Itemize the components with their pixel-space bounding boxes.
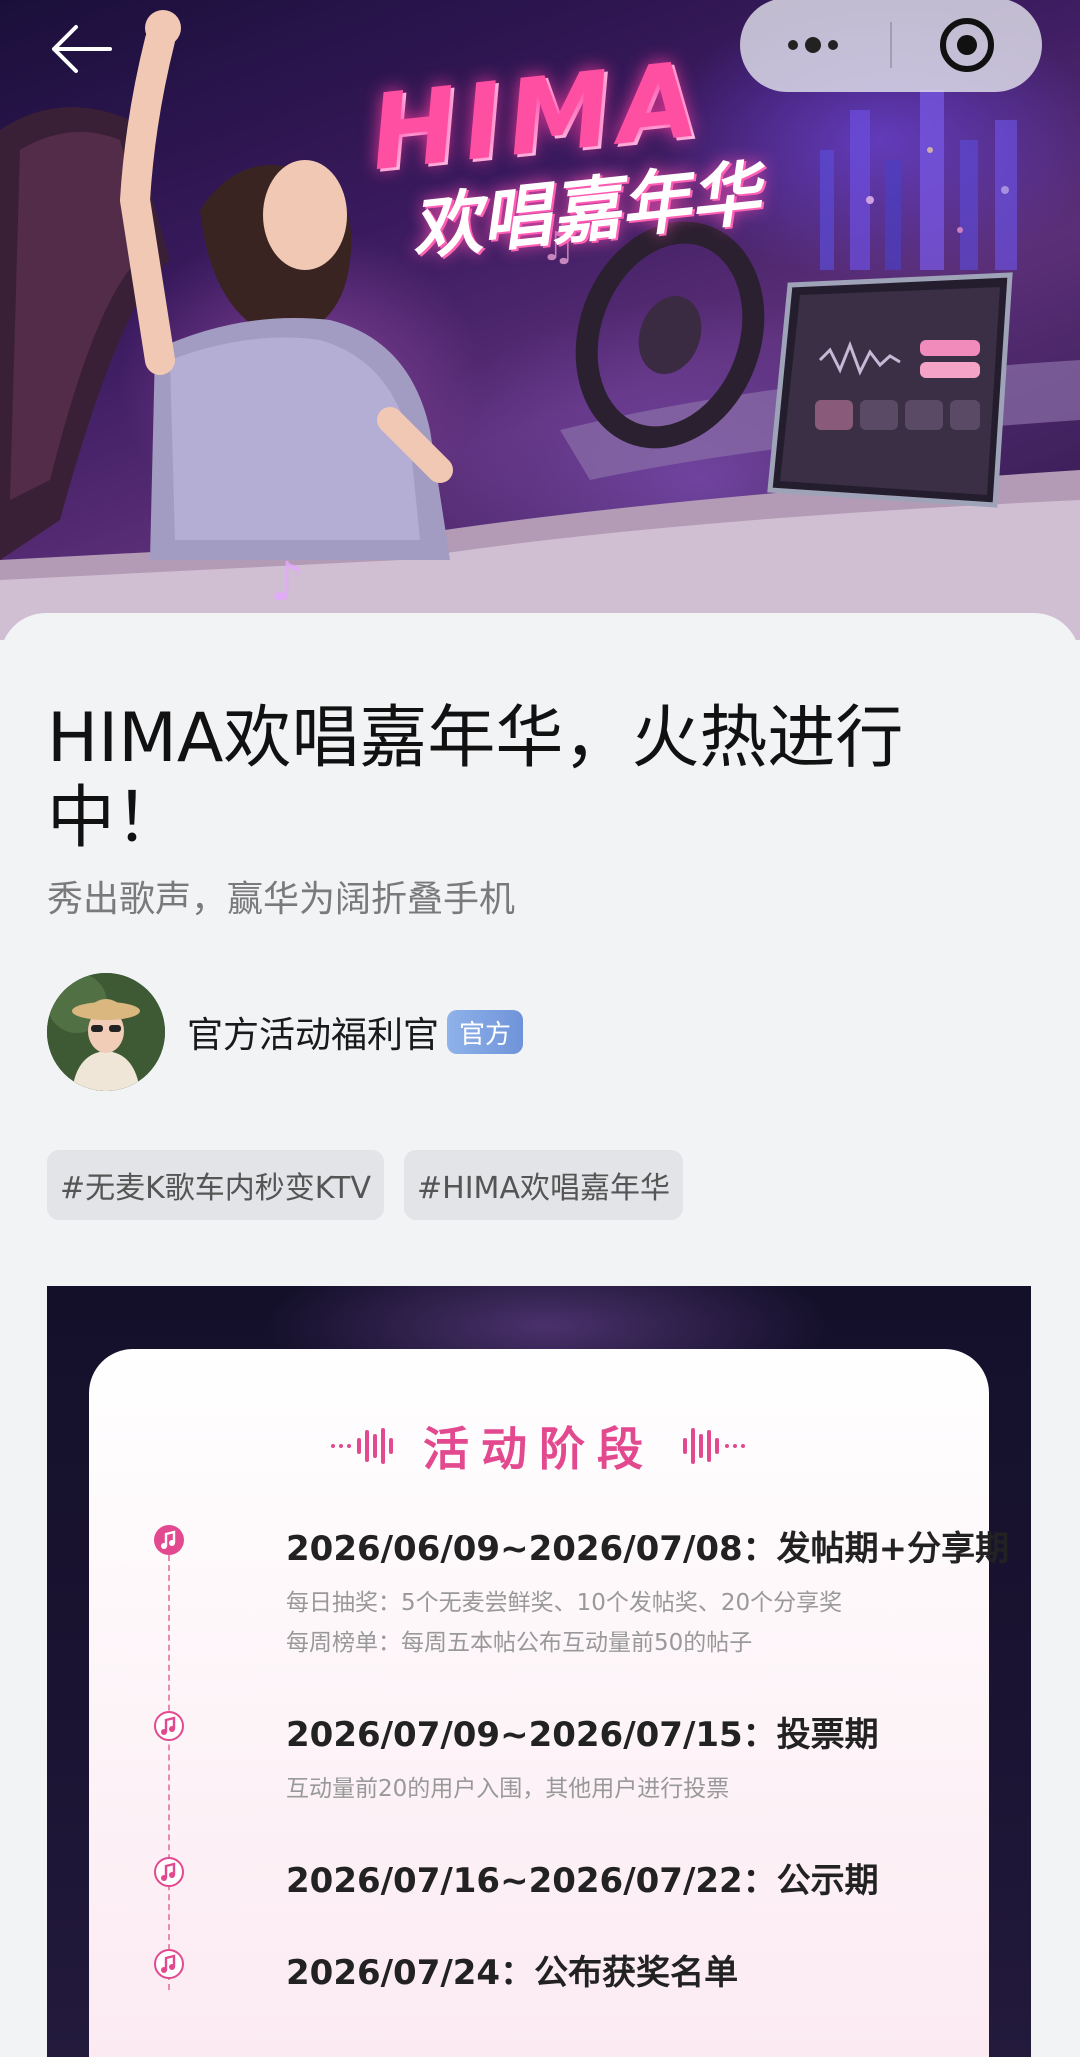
tag-item[interactable]: #无麦K歌车内秒变KTV <box>47 1150 385 1220</box>
back-arrow-icon <box>52 25 112 73</box>
tag-list: #无麦K歌车内秒变KTV #HIMA欢唱嘉年华 <box>47 1150 683 1220</box>
more-dots-icon <box>788 37 838 53</box>
activity-stage-image: 活动阶段 2026/06/09~2026/07/08：发帖期+分享期 每日抽奖：… <box>47 1286 1031 2057</box>
official-badge: 官方 <box>447 1010 524 1054</box>
avatar-image <box>47 973 165 1091</box>
phase-detail: 每周榜单：每周五本帖公布互动量前50的帖子 <box>286 1630 753 1656</box>
music-note-icon <box>154 1525 184 1555</box>
soundwave-right-icon <box>683 1428 745 1464</box>
phase-title: 2026/06/09~2026/07/08：发帖期+分享期 <box>286 1529 1010 1569</box>
stage-card: 活动阶段 2026/06/09~2026/07/08：发帖期+分享期 每日抽奖：… <box>89 1349 1009 2057</box>
soundwave-left-icon <box>331 1428 393 1464</box>
tag-item[interactable]: #HIMA欢唱嘉年华 <box>404 1150 683 1220</box>
music-note-icon <box>154 1949 184 1979</box>
phase-title: 2026/07/16~2026/07/22：公示期 <box>286 1861 879 1901</box>
mini-program-capsule <box>740 0 1042 92</box>
svg-text:♪: ♪ <box>270 550 304 613</box>
back-button[interactable] <box>46 14 116 84</box>
author-name[interactable]: 官方活动福利官 <box>187 1006 439 1058</box>
more-button[interactable] <box>740 0 890 92</box>
phase-title: 2026/07/24：公布获奖名单 <box>286 1953 739 1993</box>
phase-detail: 每日抽奖：5个无麦尝鲜奖、10个发帖奖、20个分享奖 <box>286 1590 843 1616</box>
close-button[interactable] <box>892 0 1042 92</box>
post-subtitle: 秀出歌声，赢华为阔折叠手机 <box>47 879 516 920</box>
avatar[interactable] <box>47 973 165 1091</box>
post-content: HIMA欢唱嘉年华，火热进行中！ 秀出歌声，赢华为阔折叠手机 官方活动福利官 官… <box>0 613 1080 2057</box>
timeline-line <box>168 1545 170 1990</box>
stage-title: 活动阶段 <box>423 1422 655 1476</box>
hero-banner: ♪ ♫ HIMA 欢唱嘉年华 <box>0 0 1080 640</box>
music-note-icon <box>154 1857 184 1887</box>
post-title: HIMA欢唱嘉年华，火热进行中！ <box>47 699 904 858</box>
target-close-icon <box>940 18 994 72</box>
author-row[interactable]: 官方活动福利官 官方 <box>47 973 524 1091</box>
phase-detail: 互动量前20的用户入围，其他用户进行投票 <box>286 1776 730 1802</box>
music-note-icon <box>154 1711 184 1741</box>
stage-header: 活动阶段 <box>89 1413 989 1479</box>
phase-title: 2026/07/09~2026/07/15：投票期 <box>286 1715 879 1755</box>
